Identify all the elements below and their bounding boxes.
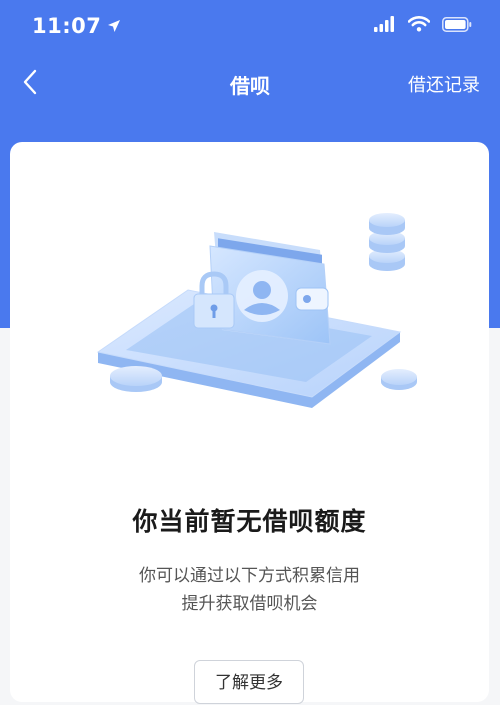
wifi-icon: [407, 16, 431, 36]
cellular-signal-icon: [374, 16, 396, 36]
empty-state-card: 你当前暂无借呗额度 你可以通过以下方式积累信用 提升获取借呗机会 了解更多: [10, 142, 489, 704]
description-line-1: 你可以通过以下方式积累信用: [139, 566, 360, 586]
location-arrow-icon: [107, 14, 121, 38]
status-time-group: 11:07: [32, 14, 121, 38]
empty-state-title: 你当前暂无借呗额度: [132, 507, 367, 536]
coin-right: [381, 369, 417, 390]
wallet-illustration: [96, 213, 417, 408]
status-time: 11:07: [32, 14, 102, 38]
empty-state-description: 你可以通过以下方式积累信用 提升获取借呗机会: [10, 562, 489, 618]
description-line-2: 提升获取借呗机会: [181, 594, 318, 614]
status-indicators: [374, 16, 472, 36]
battery-icon: [442, 16, 472, 36]
nav-bar: 借呗 借还记录: [0, 56, 500, 112]
loan-records-link[interactable]: 借还记录: [408, 71, 480, 97]
coin-left: [110, 366, 162, 392]
learn-more-button[interactable]: 了解更多: [194, 660, 304, 704]
coin-stack: [369, 213, 405, 271]
wallet-clasp: [295, 287, 329, 311]
status-bar: 11:07: [0, 0, 500, 56]
